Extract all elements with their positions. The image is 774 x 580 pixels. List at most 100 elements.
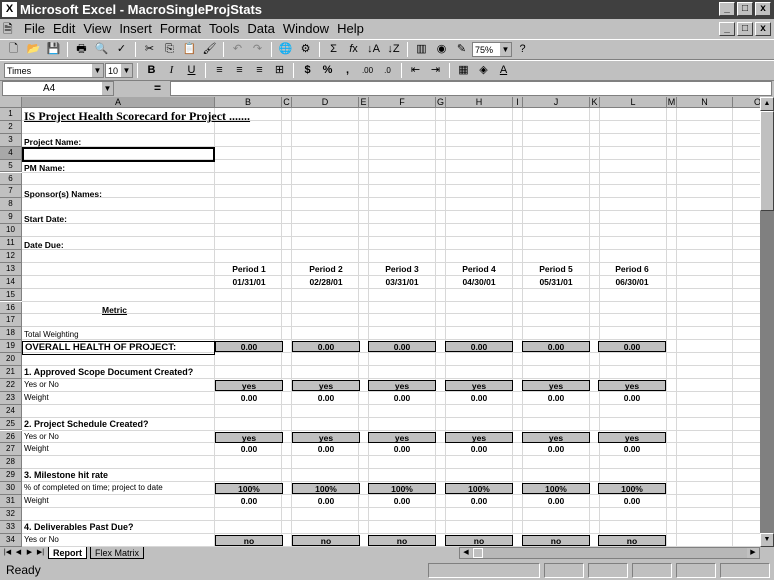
row-header[interactable]: 34: [0, 533, 22, 547]
row-header[interactable]: 10: [0, 224, 22, 237]
column-header[interactable]: M: [667, 97, 677, 108]
row-header[interactable]: 11: [0, 237, 22, 250]
column-header[interactable]: N: [677, 97, 733, 108]
metric-input-cell[interactable]: yes: [215, 431, 283, 443]
metric-input-cell[interactable]: yes: [368, 379, 436, 391]
formula-equals-button[interactable]: =: [154, 81, 161, 95]
metric-input-cell[interactable]: yes: [522, 431, 590, 443]
decrease-decimal-button[interactable]: .0: [378, 62, 397, 79]
align-right-icon[interactable]: ≡: [250, 62, 269, 79]
tab-flex-matrix[interactable]: Flex Matrix: [90, 547, 145, 559]
zoom-dropdown[interactable]: 75% ▼: [472, 42, 512, 57]
metric-input-cell[interactable]: yes: [522, 379, 590, 391]
redo-icon[interactable]: ↷: [248, 41, 267, 58]
metric-input-cell[interactable]: 100%: [598, 483, 666, 495]
borders-icon[interactable]: ▦: [454, 62, 473, 79]
tab-report[interactable]: Report: [48, 547, 87, 559]
row-header[interactable]: 31: [0, 495, 22, 508]
row-header[interactable]: 12: [0, 249, 22, 263]
doc-close-button[interactable]: x: [755, 22, 771, 36]
scroll-right-icon[interactable]: ▶: [747, 548, 759, 558]
font-dropdown[interactable]: Times ▼: [4, 63, 104, 78]
function-icon[interactable]: fx: [344, 41, 363, 58]
column-header[interactable]: C: [282, 97, 292, 108]
print-icon[interactable]: 🖶: [72, 41, 91, 58]
decrease-indent-icon[interactable]: ⇤: [406, 62, 425, 79]
column-header[interactable]: H: [446, 97, 513, 108]
column-header[interactable]: K: [590, 97, 600, 108]
column-header[interactable]: O: [733, 97, 760, 108]
row-header[interactable]: 19: [0, 340, 22, 354]
metric-input-cell[interactable]: 100%: [215, 483, 283, 495]
name-box[interactable]: A4 ▼: [2, 81, 114, 96]
row-header[interactable]: 25: [0, 417, 22, 431]
percent-button[interactable]: %: [318, 62, 337, 79]
column-header[interactable]: F: [369, 97, 436, 108]
row-header[interactable]: 14: [0, 275, 22, 289]
row-header[interactable]: 21: [0, 366, 22, 379]
new-icon[interactable]: 🗋: [4, 41, 23, 58]
sort-ascending-icon[interactable]: ↓A: [364, 41, 383, 58]
metric-input-cell[interactable]: no: [368, 534, 436, 546]
spelling-icon[interactable]: ✓: [112, 41, 131, 58]
metric-input-cell[interactable]: 100%: [368, 483, 436, 495]
metric-input-cell[interactable]: 100%: [445, 483, 513, 495]
comma-button[interactable]: ,: [338, 62, 357, 79]
column-header[interactable]: G: [436, 97, 446, 108]
metric-input-cell[interactable]: yes: [598, 431, 666, 443]
column-header[interactable]: L: [600, 97, 667, 108]
row-header[interactable]: 9: [0, 211, 22, 225]
column-header[interactable]: A: [22, 97, 215, 108]
menu-help[interactable]: Help: [337, 19, 364, 39]
doc-restore-button[interactable]: □: [737, 22, 753, 36]
increase-indent-icon[interactable]: ⇥: [426, 62, 445, 79]
row-header[interactable]: 15: [0, 288, 22, 302]
drawing-icon[interactable]: ✎: [452, 41, 471, 58]
h-scroll-thumb[interactable]: [473, 548, 483, 558]
first-sheet-icon[interactable]: |◀: [2, 547, 13, 559]
row-header[interactable]: 29: [0, 469, 22, 483]
maximize-button[interactable]: □: [737, 2, 753, 16]
document-icon[interactable]: 🗎: [3, 21, 19, 37]
metric-input-cell[interactable]: no: [292, 534, 360, 546]
scroll-up-icon[interactable]: ▲: [760, 97, 774, 111]
italic-button[interactable]: I: [162, 62, 181, 79]
metric-input-cell[interactable]: yes: [598, 379, 666, 391]
web-toolbar-icon[interactable]: ⚙: [296, 41, 315, 58]
cut-icon[interactable]: ✂: [140, 41, 159, 58]
metric-input-cell[interactable]: yes: [368, 431, 436, 443]
overall-health-value[interactable]: 0.00: [215, 341, 283, 353]
row-header[interactable]: 13: [0, 262, 22, 276]
undo-icon[interactable]: ↶: [228, 41, 247, 58]
row-header[interactable]: 33: [0, 520, 22, 534]
row-header[interactable]: 5: [0, 159, 22, 173]
scroll-thumb[interactable]: [760, 111, 774, 211]
row-header[interactable]: 4: [0, 146, 22, 160]
row-header[interactable]: 22: [0, 378, 22, 392]
vertical-scrollbar[interactable]: ▲ ▼: [760, 97, 774, 547]
row-header[interactable]: 2: [0, 120, 22, 134]
increase-decimal-button[interactable]: .00: [358, 62, 377, 79]
column-header[interactable]: E: [359, 97, 369, 108]
row-header[interactable]: 1: [0, 108, 22, 121]
fill-color-icon[interactable]: ◈: [474, 62, 493, 79]
menu-data[interactable]: Data: [247, 19, 274, 39]
bold-button[interactable]: B: [142, 62, 161, 79]
row-header[interactable]: 8: [0, 198, 22, 212]
row-header[interactable]: 30: [0, 482, 22, 495]
minimize-button[interactable]: _: [719, 2, 735, 16]
row-header[interactable]: 32: [0, 507, 22, 521]
metric-input-cell[interactable]: yes: [215, 379, 283, 391]
menu-window[interactable]: Window: [283, 19, 329, 39]
merge-center-icon[interactable]: ⊞: [270, 62, 289, 79]
row-header[interactable]: 7: [0, 185, 22, 199]
close-button[interactable]: x: [755, 2, 771, 16]
column-header[interactable]: B: [215, 97, 282, 108]
row-header[interactable]: 26: [0, 430, 22, 444]
overall-health-value[interactable]: 0.00: [598, 341, 666, 353]
sort-descending-icon[interactable]: ↓Z: [384, 41, 403, 58]
hyperlink-icon[interactable]: 🌐: [276, 41, 295, 58]
metric-input-cell[interactable]: 100%: [292, 483, 360, 495]
doc-minimize-button[interactable]: _: [719, 22, 735, 36]
scroll-down-icon[interactable]: ▼: [760, 533, 774, 547]
